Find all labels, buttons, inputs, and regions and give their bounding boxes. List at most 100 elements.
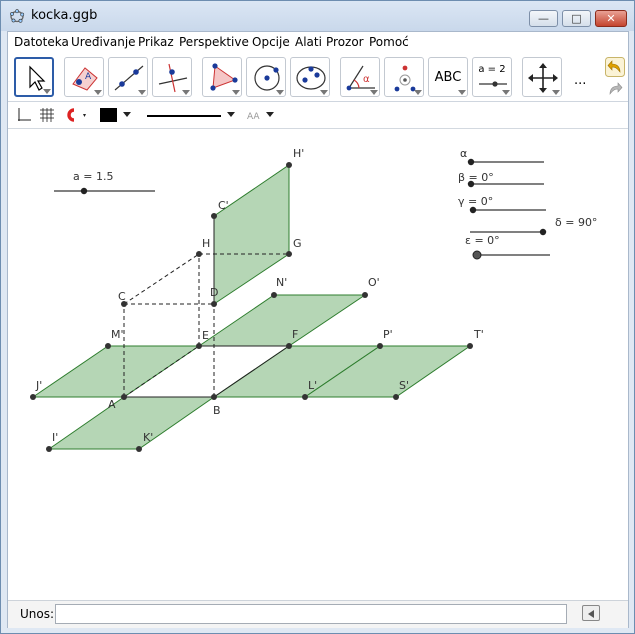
window-title: kocka.ggb bbox=[31, 8, 98, 23]
menu-perspektive[interactable]: Perspektive bbox=[179, 35, 249, 49]
point-j-prime[interactable] bbox=[30, 394, 36, 400]
axes-toggle-icon[interactable] bbox=[16, 107, 32, 123]
slider-delta-handle[interactable] bbox=[539, 228, 547, 236]
toolbar: A α ABC a = 2 ... bbox=[8, 53, 628, 102]
maximize-button[interactable]: □ bbox=[562, 10, 591, 27]
line-style-sample[interactable] bbox=[147, 115, 221, 117]
slider-epsilon-label: ε = 0° bbox=[465, 234, 500, 247]
line-style-dropdown-icon[interactable] bbox=[227, 112, 235, 118]
menu-opcije[interactable]: Opcije bbox=[252, 35, 290, 49]
input-help-button[interactable] bbox=[582, 605, 600, 621]
command-input[interactable] bbox=[55, 604, 567, 624]
menu-alati[interactable]: Alati bbox=[295, 35, 322, 49]
move-graphics-tool-button[interactable] bbox=[522, 57, 562, 97]
label-g: G bbox=[293, 237, 302, 250]
menu-prozor[interactable]: Prozor bbox=[326, 35, 364, 49]
ellipse-tool-button[interactable] bbox=[290, 57, 330, 97]
tool-dropdown-icon bbox=[94, 90, 102, 95]
slider-gamma-label: γ = 0° bbox=[458, 195, 493, 208]
point-e[interactable] bbox=[196, 343, 202, 349]
redo-icon[interactable] bbox=[605, 79, 625, 99]
label-p-prime: P' bbox=[383, 328, 393, 341]
menu-datoteka[interactable]: Datoteka bbox=[14, 35, 69, 49]
color-swatch[interactable] bbox=[100, 108, 117, 122]
point-a[interactable] bbox=[121, 394, 127, 400]
point-f[interactable] bbox=[286, 343, 292, 349]
point-h[interactable] bbox=[196, 251, 202, 257]
tool-dropdown-icon bbox=[552, 90, 560, 95]
circle-tool-button[interactable] bbox=[246, 57, 286, 97]
point-n-prime[interactable] bbox=[271, 292, 277, 298]
point-i-prime[interactable] bbox=[46, 446, 52, 452]
minimize-button[interactable]: — bbox=[529, 10, 558, 27]
label-t-prime: T' bbox=[473, 328, 484, 341]
point-d[interactable] bbox=[211, 301, 217, 307]
svg-text:A: A bbox=[85, 72, 92, 82]
point-h-prime[interactable] bbox=[286, 162, 292, 168]
text-tool-button[interactable]: ABC bbox=[428, 57, 468, 97]
close-icon: ✕ bbox=[606, 12, 616, 25]
minimize-icon: — bbox=[538, 12, 549, 25]
point-m-prime[interactable] bbox=[105, 343, 111, 349]
slider-gamma-handle[interactable] bbox=[469, 206, 477, 214]
slider-epsilon-handle[interactable] bbox=[472, 250, 482, 260]
slider-a-label: a = 1.5 bbox=[73, 170, 113, 183]
menu-prikaz[interactable]: Prikaz bbox=[138, 35, 174, 49]
color-dropdown-icon[interactable] bbox=[123, 112, 131, 118]
point-k-prime[interactable] bbox=[136, 446, 142, 452]
tool-dropdown-icon bbox=[232, 90, 240, 95]
input-bar: Unos: bbox=[8, 600, 628, 628]
title-bar: kocka.ggb — □ ✕ bbox=[1, 1, 634, 31]
svg-text:α: α bbox=[363, 74, 370, 85]
label-l-prime: L' bbox=[308, 379, 317, 392]
tool-dropdown-icon bbox=[370, 90, 378, 95]
input-label: Unos: bbox=[20, 607, 55, 621]
move-tool-button[interactable] bbox=[14, 57, 54, 97]
slider-tool-button[interactable]: a = 2 bbox=[472, 57, 512, 97]
menu-uredivanje[interactable]: Uređivanje bbox=[71, 35, 136, 49]
label-s-prime: S' bbox=[399, 379, 409, 392]
menu-pomoc[interactable]: Pomoć bbox=[369, 35, 409, 49]
magnet-snap-icon[interactable] bbox=[62, 107, 88, 123]
label-c: C bbox=[118, 290, 126, 303]
text-tool-label: ABC bbox=[434, 70, 462, 85]
perpendicular-tool-button[interactable] bbox=[152, 57, 192, 97]
point-b[interactable] bbox=[211, 394, 217, 400]
tool-dropdown-icon bbox=[320, 90, 328, 95]
polygon-tool-button[interactable] bbox=[202, 57, 242, 97]
close-button[interactable]: ✕ bbox=[595, 10, 627, 27]
tool-dropdown-icon bbox=[414, 90, 422, 95]
tool-dropdown-icon bbox=[502, 90, 510, 95]
label-i-prime: I' bbox=[52, 431, 58, 444]
point-o-prime[interactable] bbox=[362, 292, 368, 298]
point-l-prime[interactable] bbox=[302, 394, 308, 400]
slider-alpha-handle[interactable] bbox=[467, 158, 475, 166]
label-j-prime: J' bbox=[35, 379, 42, 392]
label-style-dropdown-icon[interactable] bbox=[266, 112, 274, 118]
tool-dropdown-icon bbox=[458, 90, 466, 95]
undo-icon[interactable] bbox=[605, 57, 625, 77]
maximize-icon: □ bbox=[571, 12, 582, 25]
tool-dropdown-icon bbox=[276, 90, 284, 95]
tool-dropdown-icon bbox=[182, 90, 190, 95]
graphics-view[interactable]: a = 1.5 α β = 0° γ = 0° δ = 90° ε = 0° A… bbox=[8, 129, 628, 600]
more-tools-button[interactable]: ... bbox=[574, 73, 586, 88]
point-tool-button[interactable]: A bbox=[64, 57, 104, 97]
point-g[interactable] bbox=[286, 251, 292, 257]
svg-text:AA: AA bbox=[247, 112, 260, 122]
style-bar: AA bbox=[8, 102, 628, 129]
point-c-prime[interactable] bbox=[211, 213, 217, 219]
slider-beta-label: β = 0° bbox=[458, 171, 494, 184]
point-t-prime[interactable] bbox=[467, 343, 473, 349]
geogebra-logo-icon bbox=[10, 9, 25, 23]
geometry-canvas: a = 1.5 α β = 0° γ = 0° δ = 90° ε = 0° A… bbox=[30, 147, 597, 452]
grid-toggle-icon[interactable] bbox=[39, 107, 55, 123]
angle-tool-button[interactable]: α bbox=[340, 57, 380, 97]
slider-a-handle[interactable] bbox=[80, 187, 88, 195]
point-p-prime[interactable] bbox=[377, 343, 383, 349]
point-s-prime[interactable] bbox=[393, 394, 399, 400]
line-tool-button[interactable] bbox=[108, 57, 148, 97]
reflect-tool-button[interactable] bbox=[384, 57, 424, 97]
label-style-icon[interactable]: AA bbox=[246, 108, 264, 122]
slider-beta-handle[interactable] bbox=[467, 180, 475, 188]
